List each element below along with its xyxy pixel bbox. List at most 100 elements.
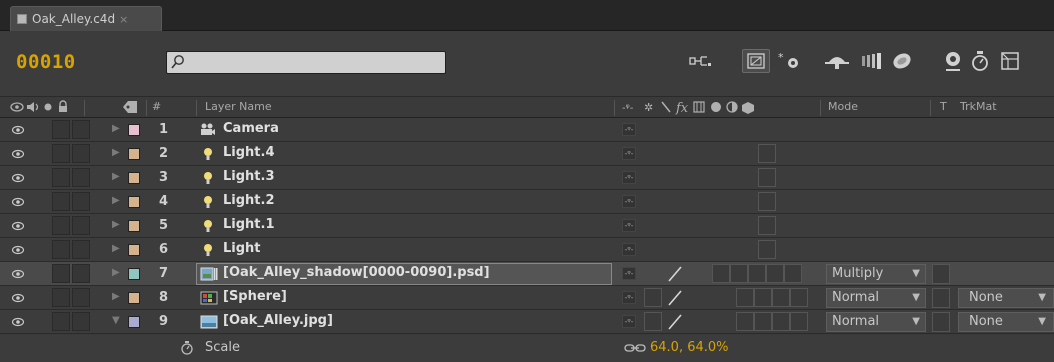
3d-layer-switch[interactable] xyxy=(758,168,776,187)
comp-mini-flowchart-icon[interactable] xyxy=(688,49,716,73)
lock-switch-icon[interactable] xyxy=(58,100,68,113)
layer-switch[interactable] xyxy=(730,264,748,283)
layer-name[interactable]: [Oak_Alley.jpg] xyxy=(223,313,333,328)
3d-layer-switch[interactable] xyxy=(758,240,776,259)
layer-switch[interactable] xyxy=(712,264,730,283)
expand-triangle-icon[interactable]: ▶ xyxy=(112,243,120,254)
solo-toggle[interactable] xyxy=(52,264,70,283)
expand-triangle-icon[interactable]: ▶ xyxy=(112,123,120,134)
layer-switch[interactable] xyxy=(790,288,808,307)
lock-toggle[interactable] xyxy=(72,240,90,259)
solo-toggle[interactable] xyxy=(52,312,70,331)
shy-switch-icon[interactable]: -ᵠ- xyxy=(622,291,636,304)
close-tab-icon[interactable]: × xyxy=(119,13,128,26)
layer-row[interactable]: ▶ 6 Light -ᵠ- xyxy=(0,238,1054,262)
eye-icon[interactable] xyxy=(12,244,24,256)
label-color-swatch[interactable] xyxy=(128,292,140,304)
motion-blur-icon[interactable] xyxy=(858,49,886,73)
label-color-swatch[interactable] xyxy=(128,220,140,232)
3d-layer-switch[interactable] xyxy=(758,144,776,163)
collapse-switch[interactable] xyxy=(644,312,662,331)
track-matte-dropdown[interactable]: None ▼ xyxy=(958,312,1054,332)
layer-switch[interactable] xyxy=(736,312,754,331)
expand-triangle-icon[interactable]: ▼ xyxy=(112,315,120,326)
render-queue-icon[interactable] xyxy=(998,49,1022,73)
layer-name[interactable]: [Sphere] xyxy=(223,289,287,304)
shy-switch-icon[interactable]: -ᵠ- xyxy=(622,123,636,136)
layer-switch[interactable] xyxy=(754,312,772,331)
layer-name[interactable]: Light.1 xyxy=(223,217,275,232)
layer-switch[interactable] xyxy=(748,264,766,283)
shy-switch-icon[interactable]: -ᵠ- xyxy=(622,147,636,160)
layer-row[interactable]: ▼ 9 [Oak_Alley.jpg] -ᵠ- Normal ▼ None ▼ xyxy=(0,310,1054,334)
eye-icon[interactable] xyxy=(12,220,24,232)
blend-mode-dropdown[interactable]: Multiply ▼ xyxy=(826,264,926,284)
layer-switch[interactable] xyxy=(766,264,784,283)
layer-switch[interactable] xyxy=(772,288,790,307)
property-value[interactable]: 64.0, 64.0% xyxy=(650,340,729,355)
eye-icon[interactable] xyxy=(12,148,24,160)
eye-icon[interactable] xyxy=(12,268,24,280)
shy-switch-icon[interactable]: -ᵠ- xyxy=(622,195,636,208)
expand-triangle-icon[interactable]: ▶ xyxy=(112,291,120,302)
lock-toggle[interactable] xyxy=(72,192,90,211)
shy-switch-icon[interactable]: -ᵠ- xyxy=(622,315,636,328)
quality-switch-icon[interactable] xyxy=(666,313,684,331)
expand-triangle-icon[interactable]: ▶ xyxy=(112,195,120,206)
lock-toggle[interactable] xyxy=(72,288,90,307)
solo-switch-icon[interactable] xyxy=(44,103,52,111)
layer-row[interactable]: ▶ 7 [Oak_Alley_shadow[0000-0090].psd] -ᵠ- Mu… xyxy=(0,262,1054,286)
layer-switch[interactable] xyxy=(772,312,790,331)
layer-switch[interactable] xyxy=(736,288,754,307)
preserve-transparency-toggle[interactable] xyxy=(932,312,950,332)
mode-column-label[interactable]: Mode xyxy=(828,100,858,113)
video-switch-icon[interactable] xyxy=(10,102,24,112)
layer-name[interactable]: Light.2 xyxy=(223,193,275,208)
layer-name[interactable]: [Oak_Alley_shadow[0000-0090].psd] xyxy=(223,265,490,280)
search-field[interactable] xyxy=(187,53,442,72)
preserve-transparency-toggle[interactable] xyxy=(932,288,950,308)
brainstorm-icon[interactable] xyxy=(888,49,916,73)
solo-toggle[interactable] xyxy=(52,288,70,307)
preserve-transparency-toggle[interactable] xyxy=(932,264,950,284)
current-time-display[interactable]: 00010 xyxy=(16,51,76,73)
label-color-swatch[interactable] xyxy=(128,196,140,208)
audio-switch-icon[interactable] xyxy=(26,101,40,113)
graph-editor-icon[interactable] xyxy=(940,49,966,73)
layer-row[interactable]: ▶ 2 Light.4 -ᵠ- xyxy=(0,142,1054,166)
blend-mode-dropdown[interactable]: Normal ▼ xyxy=(826,288,926,308)
constrain-proportions-icon[interactable] xyxy=(624,341,646,355)
layer-switch[interactable] xyxy=(784,264,802,283)
3d-layer-switch[interactable] xyxy=(758,192,776,211)
frame-blending-icon[interactable] xyxy=(822,49,852,73)
layer-name-column-label[interactable]: Layer Name xyxy=(205,100,272,113)
trkmat-column-label[interactable]: TrkMat xyxy=(960,100,997,113)
layer-row[interactable]: ▶ 4 Light.2 -ᵠ- xyxy=(0,190,1054,214)
label-color-swatch[interactable] xyxy=(128,172,140,184)
label-color-swatch[interactable] xyxy=(128,148,140,160)
label-color-swatch[interactable] xyxy=(128,124,140,136)
expand-triangle-icon[interactable]: ▶ xyxy=(112,147,120,158)
stopwatch-icon[interactable] xyxy=(968,49,992,73)
label-color-swatch[interactable] xyxy=(128,268,140,280)
collapse-switch[interactable] xyxy=(644,288,662,307)
eye-icon[interactable] xyxy=(12,196,24,208)
quality-switch-icon[interactable] xyxy=(666,289,684,307)
lock-toggle[interactable] xyxy=(72,120,90,139)
label-column-icon[interactable] xyxy=(122,100,138,114)
draft-3d-icon[interactable] xyxy=(742,49,770,73)
shy-switch-icon[interactable]: -ᵠ- xyxy=(622,267,636,280)
search-input[interactable] xyxy=(166,51,446,74)
shy-switch-icon[interactable]: -ᵠ- xyxy=(622,171,636,184)
tab-composition[interactable]: Oak_Alley.c4d × xyxy=(10,6,162,31)
stopwatch-icon[interactable] xyxy=(180,341,194,355)
expand-triangle-icon[interactable]: ▶ xyxy=(112,171,120,182)
lock-toggle[interactable] xyxy=(72,144,90,163)
layer-switch[interactable] xyxy=(754,288,772,307)
solo-toggle[interactable] xyxy=(52,216,70,235)
layer-name[interactable]: Light xyxy=(223,241,261,256)
layer-name[interactable]: Light.4 xyxy=(223,145,275,160)
layer-row[interactable]: ▶ 3 Light.3 -ᵠ- xyxy=(0,166,1054,190)
lock-toggle[interactable] xyxy=(72,216,90,235)
layer-name[interactable]: Light.3 xyxy=(223,169,275,184)
